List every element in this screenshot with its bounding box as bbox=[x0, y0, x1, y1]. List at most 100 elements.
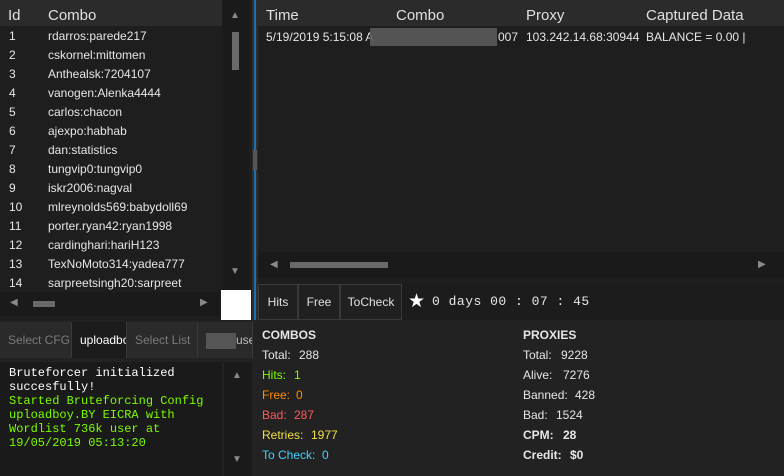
stat-label: Banned: bbox=[523, 388, 568, 402]
row-combo: carlos:chacon bbox=[48, 105, 123, 119]
row-id: 10 bbox=[9, 200, 23, 214]
row-id: 2 bbox=[9, 48, 16, 62]
list-item[interactable]: 14 sarpreetsingh20:sarpreet bbox=[0, 274, 222, 293]
list-item[interactable]: 5 carlos:chacon bbox=[0, 103, 222, 122]
row-combo: Anthealsk:7204107 bbox=[48, 67, 151, 81]
combo-list-header: Id Combo bbox=[0, 0, 222, 26]
column-header-id[interactable]: Id bbox=[8, 7, 21, 24]
stat-value: 9228 bbox=[561, 348, 588, 362]
stat-value: 1977 bbox=[311, 428, 338, 442]
column-header-proxy[interactable]: Proxy bbox=[526, 7, 564, 24]
list-item[interactable]: 8 tungvip0:tungvip0 bbox=[0, 160, 222, 179]
row-combo: dan:statistics bbox=[48, 143, 118, 157]
console-line: Started Bruteforcing Config bbox=[9, 394, 204, 408]
tab-select-list[interactable]: Select List bbox=[127, 322, 198, 358]
scroll-up-arrow-icon[interactable]: ▲ bbox=[232, 370, 242, 381]
scroll-right-arrow-icon[interactable]: ▶ bbox=[758, 259, 766, 270]
row-id: 14 bbox=[9, 276, 23, 290]
stat-label: To Check: bbox=[262, 448, 316, 462]
column-header-combo[interactable]: Combo bbox=[396, 7, 444, 24]
scroll-left-arrow-icon[interactable]: ◀ bbox=[10, 297, 18, 308]
stat-label: Credit: bbox=[523, 448, 562, 462]
scroll-thumb[interactable] bbox=[290, 262, 388, 268]
tab-select-cfg[interactable]: Select CFG bbox=[0, 322, 72, 358]
scroll-down-arrow-icon[interactable]: ▼ bbox=[232, 454, 242, 465]
row-combo: iskr2006:nagval bbox=[48, 181, 133, 195]
scroll-right-arrow-icon[interactable]: ▶ bbox=[200, 297, 208, 308]
stat-value: 0 bbox=[296, 388, 303, 402]
row-combo: TexNoMoto314:yadea777 bbox=[48, 257, 185, 271]
stat-label: Alive: bbox=[523, 368, 553, 382]
elapsed-timer: 0 days 00 : 07 : 45 bbox=[432, 294, 590, 309]
console-line: 19/05/2019 05:13:20 bbox=[9, 436, 146, 450]
scroll-thumb[interactable] bbox=[33, 301, 55, 307]
row-combo: cardinghari:hariH123 bbox=[48, 238, 160, 252]
console-line: succesfully! bbox=[9, 380, 96, 394]
scroll-down-arrow-icon[interactable]: ▼ bbox=[230, 266, 240, 277]
scrollbar-corner bbox=[221, 290, 251, 320]
row-id: 13 bbox=[9, 257, 23, 271]
redacted-area bbox=[370, 28, 497, 46]
combo-list-vertical-scrollbar[interactable]: ▲ ▼ bbox=[222, 0, 249, 292]
combos-stats-title: COMBOS bbox=[262, 328, 316, 342]
stat-value: 1524 bbox=[556, 408, 583, 422]
list-item[interactable]: 4 vanogen:Alenka4444 bbox=[0, 84, 222, 103]
cell-proxy: 103.242.14.68:30944 bbox=[526, 30, 640, 44]
list-item[interactable]: 10 mlreynolds569:babydoll69 bbox=[0, 198, 222, 217]
row-id: 12 bbox=[9, 238, 23, 252]
splitter-grip[interactable] bbox=[253, 150, 257, 170]
tab-free[interactable]: Free bbox=[298, 284, 340, 320]
stat-value: 7276 bbox=[563, 368, 590, 382]
cell-captured-data: BALANCE = 0.00 | bbox=[646, 30, 746, 44]
tab-config-name[interactable]: uploadbo bbox=[72, 322, 127, 358]
list-item[interactable]: 13 TexNoMoto314:yadea777 bbox=[0, 255, 222, 274]
row-id: 6 bbox=[9, 124, 16, 138]
stat-label: Total: bbox=[523, 348, 552, 362]
stat-label: Retries: bbox=[262, 428, 304, 442]
list-item[interactable]: 1 rdarros:parede217 bbox=[0, 27, 222, 46]
row-combo: cskornel:mittomen bbox=[48, 48, 146, 62]
stat-label: Hits: bbox=[262, 368, 286, 382]
column-header-time[interactable]: Time bbox=[266, 7, 299, 24]
row-combo: rdarros:parede217 bbox=[48, 29, 147, 43]
row-id: 1 bbox=[9, 29, 16, 43]
list-item[interactable]: 3 Anthealsk:7204107 bbox=[0, 65, 222, 84]
console-vertical-scrollbar[interactable]: ▲ ▼ bbox=[224, 362, 252, 476]
table-row[interactable]: 5/19/2019 5:15:08 A 007 103.242.14.68:30… bbox=[258, 26, 784, 45]
tab-list-name[interactable]: user bbox=[198, 322, 253, 358]
console-line: Bruteforcer initialized bbox=[9, 366, 175, 380]
list-item[interactable]: 6 ajexpo:habhab bbox=[0, 122, 222, 141]
tab-list-name-text: user bbox=[236, 333, 252, 347]
console-line: Wordlist 736k user at bbox=[9, 422, 161, 436]
stat-value: 287 bbox=[294, 408, 315, 422]
list-item[interactable]: 7 dan:statistics bbox=[0, 141, 222, 160]
console-line: uploadboy.BY EICRA with bbox=[9, 408, 175, 422]
row-combo: tungvip0:tungvip0 bbox=[48, 162, 143, 176]
stat-label: Bad: bbox=[262, 408, 287, 422]
scroll-left-arrow-icon[interactable]: ◀ bbox=[270, 259, 278, 270]
stat-value: 1 bbox=[294, 368, 301, 382]
tab-hits[interactable]: Hits bbox=[258, 284, 298, 320]
list-item[interactable]: 12 cardinghari:hariH123 bbox=[0, 236, 222, 255]
stat-label: CPM: bbox=[523, 428, 554, 442]
list-item[interactable]: 2 cskornel:mittomen bbox=[0, 46, 222, 65]
list-item[interactable]: 11 porter.ryan42:ryan1998 bbox=[0, 217, 222, 236]
star-icon[interactable]: ★ bbox=[408, 290, 425, 313]
row-id: 7 bbox=[9, 143, 16, 157]
cell-combo: 007 bbox=[498, 30, 519, 44]
stat-value: 28 bbox=[563, 428, 577, 442]
row-id: 3 bbox=[9, 67, 16, 81]
stat-label: Free: bbox=[262, 388, 291, 402]
scroll-thumb[interactable] bbox=[232, 32, 239, 70]
list-item[interactable]: 9 iskr2006:nagval bbox=[0, 179, 222, 198]
stat-value: 428 bbox=[575, 388, 596, 402]
row-id: 11 bbox=[9, 219, 22, 233]
stat-value: 0 bbox=[322, 448, 329, 462]
combo-list-horizontal-scrollbar[interactable]: ◀ ▶ bbox=[0, 292, 220, 316]
column-header-combo[interactable]: Combo bbox=[48, 7, 96, 24]
tab-tocheck[interactable]: ToCheck bbox=[340, 284, 402, 320]
column-header-captured-data[interactable]: Captured Data bbox=[646, 7, 744, 24]
captures-horizontal-scrollbar[interactable]: ◀ ▶ bbox=[258, 252, 784, 278]
row-combo: ajexpo:habhab bbox=[48, 124, 127, 138]
scroll-up-arrow-icon[interactable]: ▲ bbox=[230, 10, 240, 21]
